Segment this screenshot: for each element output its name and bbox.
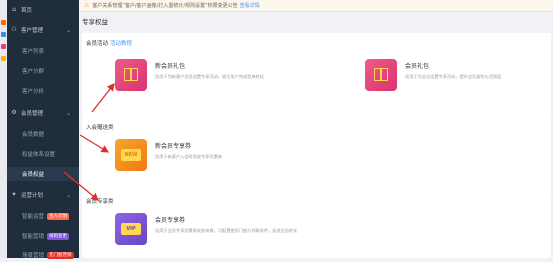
card-desc: 适用于为新客户会员设置专享活动，吸引用户完成首单转化 bbox=[155, 74, 264, 79]
sidebar-item-smart-marketing[interactable]: 智能营销 规则变更 bbox=[7, 229, 79, 243]
section-member-exclusive: 会员专享类 VIP 会员专享券 适用于会员专享优惠券发放场景，可配置使用门槛与领… bbox=[82, 193, 551, 258]
sidebar-item-label: 会员数据 bbox=[22, 132, 45, 138]
chevron-down-icon: ⌄ bbox=[65, 26, 71, 34]
sidebar-item-label: 运营计划 bbox=[21, 193, 44, 199]
sidebar-item-label: 智能营销 bbox=[22, 234, 45, 240]
coupon-icon: NEW bbox=[115, 139, 147, 171]
status-badge: 规则变更 bbox=[47, 232, 70, 240]
main-content: 专享权益 会员活动 活动教程 新会员礼包 适用于为新客户会员设置专享活动，吸引用户… bbox=[79, 11, 553, 258]
sidebar-item-customer-groups[interactable]: 客户分群 bbox=[7, 64, 79, 78]
section-title: 会员专享类 bbox=[86, 199, 114, 205]
sidebar: ⌂ 首页 ⚇ 客户管理 ⌄ 客户列表 客户分群 客户分析 ⚙ 会员管理 ⌄ 会员… bbox=[7, 0, 79, 259]
page-title: 专享权益 bbox=[82, 18, 108, 26]
card-desc: 适用于会员专享优惠券发放场景，可配置使用门槛与领取条件，促进会员转化 bbox=[155, 228, 298, 233]
card-member-gift[interactable]: 会员礼包 适用于为会员设置专享活动，提升会员复购与活跃度 bbox=[365, 59, 545, 99]
coupon-ticket: VIP bbox=[121, 223, 141, 235]
sidebar-item-label: 客户分群 bbox=[22, 69, 45, 75]
tutorial-link[interactable]: 活动教程 bbox=[110, 41, 132, 47]
card-name: 会员专享券 bbox=[155, 217, 186, 224]
sidebar-item-benefit-settings[interactable]: 权益体系设置 bbox=[7, 147, 79, 161]
sidebar-item-home[interactable]: ⌂ 首页 bbox=[7, 3, 79, 17]
app-icon[interactable] bbox=[1, 56, 6, 61]
notice-text: 客户关系管理“客户/客户画像/打入墨统计/规则设置”权限变更公告 bbox=[92, 3, 238, 9]
sidebar-item-label: 权益体系设置 bbox=[22, 152, 56, 158]
sidebar-item-label: 会员权益 bbox=[22, 172, 45, 178]
sidebar-item-member-data[interactable]: 会员数据 bbox=[7, 127, 79, 141]
app-switcher-strip bbox=[0, 0, 7, 258]
card-new-member-gift[interactable]: 新会员礼包 适用于为新客户会员设置专享活动，吸引用户完成首单转化 bbox=[115, 59, 315, 99]
notice-link[interactable]: 查看详情 bbox=[240, 2, 260, 9]
status-badge: 主人计划 bbox=[47, 212, 70, 220]
sidebar-item-label: 会员管理 bbox=[21, 111, 44, 117]
app-icon[interactable] bbox=[1, 44, 6, 49]
sidebar-item-operation-plan[interactable]: ✦ 运营计划 ⌄ bbox=[7, 188, 79, 202]
warning-icon: ⚠ bbox=[84, 2, 90, 9]
sidebar-item-label: 客户管理 bbox=[21, 28, 44, 34]
sidebar-item-label: 客户分析 bbox=[22, 89, 45, 95]
card-name: 新会员礼包 bbox=[155, 63, 186, 70]
gift-icon bbox=[115, 59, 147, 91]
user-icon: ⚇ bbox=[11, 26, 17, 33]
card-name: 会员礼包 bbox=[405, 63, 430, 70]
sidebar-item-label: 客户列表 bbox=[22, 49, 45, 55]
section-member-activities: 会员活动 活动教程 新会员礼包 适用于为新客户会员设置专享活动，吸引用户完成首单转… bbox=[82, 33, 551, 117]
sidebar-item-member-benefits[interactable]: 会员权益 bbox=[7, 167, 79, 181]
sidebar-item-member-management[interactable]: ⚙ 会员管理 ⌄ bbox=[7, 106, 79, 120]
card-name: 新会员专享券 bbox=[155, 143, 192, 150]
bulb-icon: ✦ bbox=[11, 191, 17, 198]
sidebar-item-customer-list[interactable]: 客户列表 bbox=[7, 44, 79, 58]
status-badge: 无门槛营销 bbox=[47, 251, 74, 259]
card-desc: 适用于新客户入会时发放专享优惠券 bbox=[155, 154, 223, 159]
app-icon[interactable] bbox=[1, 32, 6, 37]
section-title: 会员活动 活动教程 bbox=[86, 39, 132, 47]
chevron-down-icon: ⌄ bbox=[65, 109, 71, 117]
chevron-down-icon: ⌄ bbox=[65, 191, 71, 199]
gear-icon: ⚙ bbox=[11, 109, 17, 116]
card-new-member-coupon[interactable]: NEW 新会员专享券 适用于新客户入会时发放专享优惠券 bbox=[115, 139, 415, 179]
sidebar-item-customer-analysis[interactable]: 客户分析 bbox=[7, 84, 79, 98]
coupon-icon: VIP bbox=[115, 213, 147, 245]
coupon-ticket: NEW bbox=[121, 149, 141, 161]
sidebar-item-label: 智能运营 bbox=[22, 214, 45, 220]
section-title: 入会赠送类 bbox=[86, 125, 114, 131]
section-title-text: 会员活动 bbox=[86, 41, 109, 47]
sidebar-item-label: 首页 bbox=[21, 8, 33, 14]
sidebar-item-customer-management[interactable]: ⚇ 客户管理 ⌄ bbox=[7, 23, 79, 37]
section-join-gift: 入会赠送类 NEW 新会员专享券 适用于新客户入会时发放专享优惠券 bbox=[82, 117, 551, 193]
gift-icon bbox=[365, 59, 397, 91]
card-member-coupon[interactable]: VIP 会员专享券 适用于会员专享优惠券发放场景，可配置使用门槛与领取条件，促进… bbox=[115, 213, 415, 253]
sidebar-item-smart-operation[interactable]: 智能运营 主人计划 bbox=[7, 209, 79, 223]
sidebar-item-scene-marketing[interactable]: 场景营销 无门槛营销 bbox=[7, 248, 79, 262]
app-icon[interactable] bbox=[1, 20, 6, 25]
home-icon: ⌂ bbox=[12, 6, 16, 13]
card-desc: 适用于为会员设置专享活动，提升会员复购与活跃度 bbox=[405, 74, 502, 79]
